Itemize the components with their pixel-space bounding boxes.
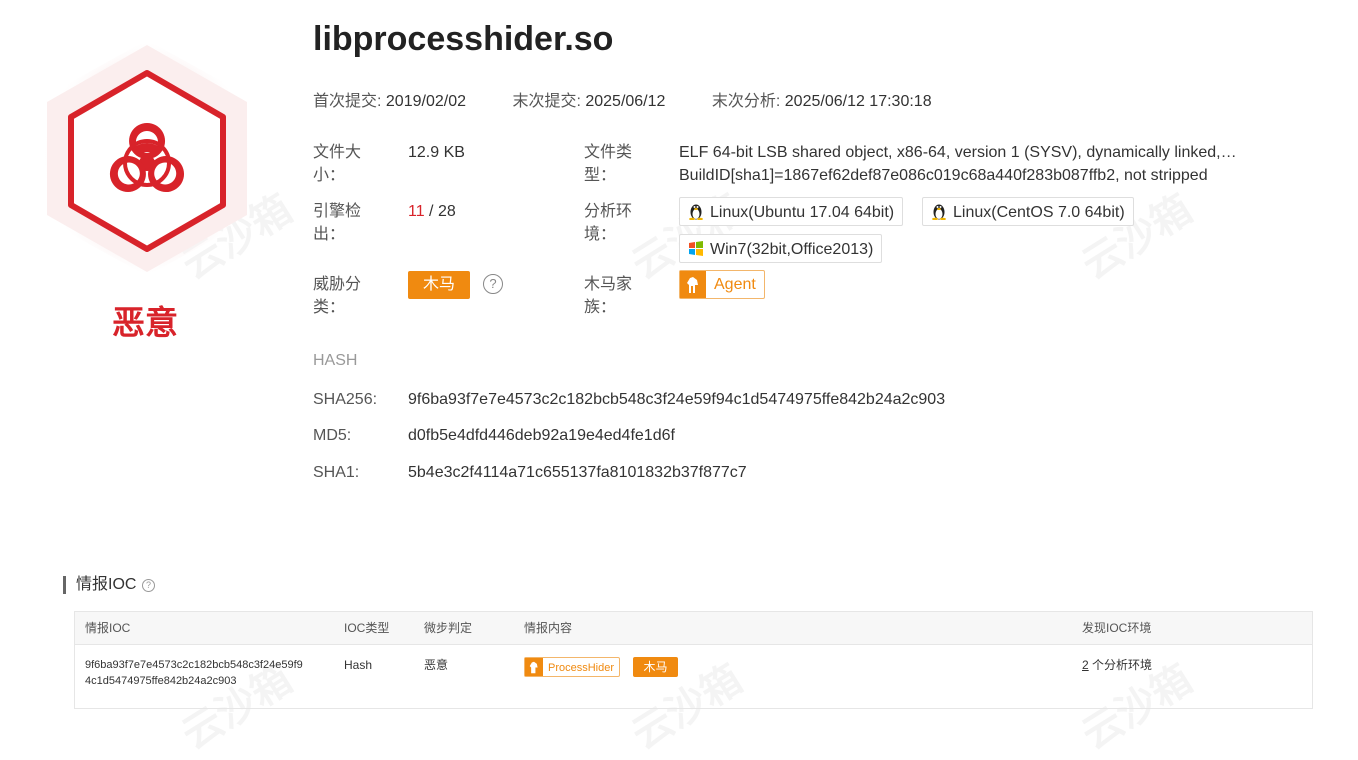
biohazard-hexagon-icon — [42, 40, 252, 276]
threat-class-label: 威胁分 类： — [313, 276, 362, 316]
env-tag-label: Linux(CentOS 7.0 64bit) — [953, 204, 1125, 221]
watermark: 云沙箱 — [1069, 178, 1202, 291]
engine-detection-value[interactable]: 11 / 28 — [408, 200, 456, 223]
ioc-env-suffix: 个分析环境 — [1088, 658, 1153, 672]
env-tag-ubuntu[interactable]: Linux(Ubuntu 17.04 64bit) — [679, 197, 904, 226]
file-size-label: 文件大 小： — [313, 144, 362, 184]
last-submit-label: 末次提交: — [512, 93, 581, 110]
engine-detected-count: 11 — [408, 203, 425, 220]
last-submit-value: 2025/06/12 — [585, 93, 666, 110]
col-ioc-type: IOC类型 — [344, 621, 390, 635]
first-submit-label: 首次提交: — [313, 93, 382, 110]
engine-total-count: / 28 — [424, 203, 456, 220]
intel-type-tag[interactable]: 木马 — [633, 657, 678, 677]
last-analysis-value: 2025/06/12 17:30:18 — [784, 93, 932, 110]
file-type-label: 文件类 型： — [584, 144, 633, 184]
ioc-help-icon[interactable]: ? — [142, 579, 155, 592]
file-type-value: ELF 64-bit LSB shared object, x86-64, ve… — [679, 144, 1237, 184]
linux-icon — [689, 204, 703, 221]
sha1-value[interactable]: 5b4e3c2f4114a71c655137fa8101832b37f877c7 — [408, 464, 747, 482]
col-verdict: 微步判定 — [424, 621, 473, 635]
sha256-value[interactable]: 9f6ba93f7e7e4573c2c182bcb548c3f24e59f94c… — [408, 391, 945, 409]
threat-class-tag[interactable]: 木马 — [408, 271, 470, 299]
first-submit-value: 2019/02/02 — [385, 93, 466, 110]
analysis-env-label: 分析环 境： — [584, 203, 633, 243]
ioc-env-count[interactable]: 2 个分析环境 — [1082, 657, 1152, 674]
file-name-title: libprocesshider.so — [313, 20, 614, 58]
trojan-family-value: Agent — [714, 276, 756, 293]
trojan-horse-icon — [680, 271, 706, 298]
intel-family-label: ProcessHider — [548, 662, 615, 674]
malicious-badge — [42, 40, 252, 290]
hash-heading: HASH — [313, 352, 358, 369]
ioc-env-count-link[interactable]: 2 — [1082, 658, 1089, 672]
help-icon[interactable]: ? — [483, 274, 503, 294]
env-tag-label: Win7(32bit,Office2013) — [710, 241, 874, 258]
last-analysis-label: 末次分析: — [711, 93, 781, 110]
ioc-type-value: Hash — [344, 658, 373, 672]
col-ioc-env: 发现IOC环境 — [1082, 621, 1152, 635]
windows-icon — [689, 241, 703, 256]
sha256-label: SHA256: — [313, 391, 378, 408]
submission-dates: 首次提交: 2019/02/02 末次提交: 2025/06/12 末次分析: … — [313, 87, 974, 111]
md5-value[interactable]: d0fb5e4dfd446deb92a19e4ed4fe1d6f — [408, 427, 675, 445]
linux-icon — [932, 204, 946, 221]
md5-label: MD5: — [313, 427, 352, 444]
engine-detection-label: 引擎检 出： — [313, 203, 362, 243]
file-size-value: 12.9 KB — [408, 144, 465, 161]
col-ioc: 情报IOC — [85, 621, 131, 635]
env-tag-label: Linux(Ubuntu 17.04 64bit) — [710, 204, 895, 221]
col-intel-content: 情报内容 — [524, 621, 573, 635]
ioc-table-header: 情报IOC IOC类型 微步判定 情报内容 发现IOC环境 — [75, 612, 1312, 645]
ioc-section-heading: 情报IOC — [63, 576, 136, 594]
ioc-verdict-value: 恶意 — [424, 658, 449, 672]
ioc-hash-value[interactable]: 9f6ba93f7e7e4573c2c182bcb548c3f24e59f9 4… — [85, 657, 330, 689]
trojan-family-tag[interactable]: Agent — [679, 270, 765, 299]
intel-family-tag[interactable]: ProcessHider — [524, 657, 621, 677]
ioc-table: 情报IOC IOC类型 微步判定 情报内容 发现IOC环境 9f6ba93f7e… — [74, 611, 1313, 709]
trojan-horse-icon — [525, 658, 543, 676]
env-tag-win7[interactable]: Win7(32bit,Office2013) — [679, 234, 883, 263]
verdict-label: 恶意 — [112, 303, 178, 342]
sha1-label: SHA1: — [313, 464, 360, 481]
trojan-family-label: 木马家 族： — [584, 276, 633, 316]
env-tag-centos[interactable]: Linux(CentOS 7.0 64bit) — [922, 197, 1134, 226]
